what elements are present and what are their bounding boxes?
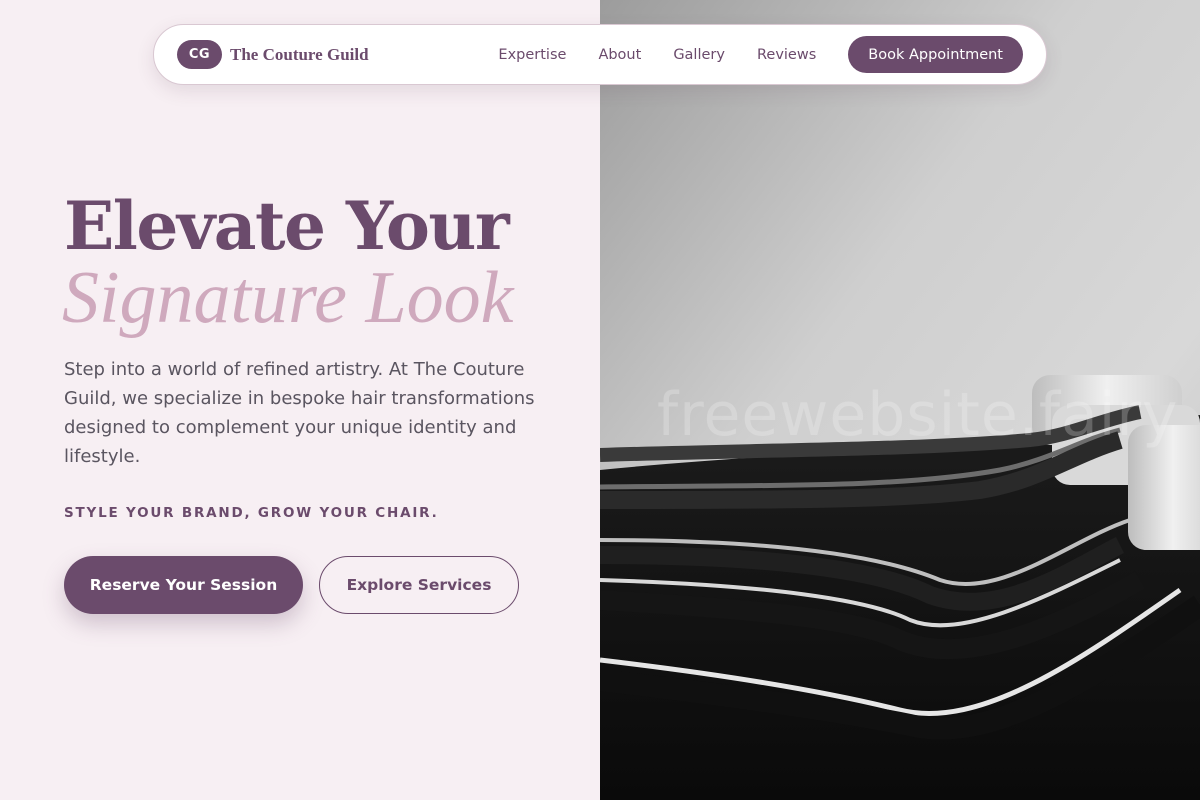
brand-logo-badge[interactable]: CG (177, 40, 222, 69)
watermark-text: freewebsite.fairy (657, 380, 1179, 450)
brand-name[interactable]: The Couture Guild (230, 45, 369, 65)
nav-link-expertise[interactable]: Expertise (498, 47, 566, 63)
reserve-session-button[interactable]: Reserve Your Session (64, 556, 303, 614)
page: freewebsite.fairy CG The Couture Guild E… (0, 0, 1200, 800)
nav-link-reviews[interactable]: Reviews (757, 47, 816, 63)
hero-intro: Step into a world of refined artistry. A… (64, 359, 535, 467)
explore-services-button[interactable]: Explore Services (319, 556, 519, 614)
nav-links: Expertise About Gallery Reviews Book App… (498, 36, 1023, 73)
hero-headline-accent: Signature Look (62, 257, 514, 339)
book-appointment-button[interactable]: Book Appointment (848, 36, 1023, 73)
nav-link-about[interactable]: About (598, 47, 641, 63)
hero-headline: Elevate Your (64, 187, 510, 265)
top-navigation: CG The Couture Guild Expertise About Gal… (153, 24, 1047, 85)
nav-link-gallery[interactable]: Gallery (673, 47, 725, 63)
hero-tagline: STYLE YOUR BRAND, GROW YOUR CHAIR. (64, 505, 439, 521)
hero-image: freewebsite.fairy (600, 0, 1200, 800)
